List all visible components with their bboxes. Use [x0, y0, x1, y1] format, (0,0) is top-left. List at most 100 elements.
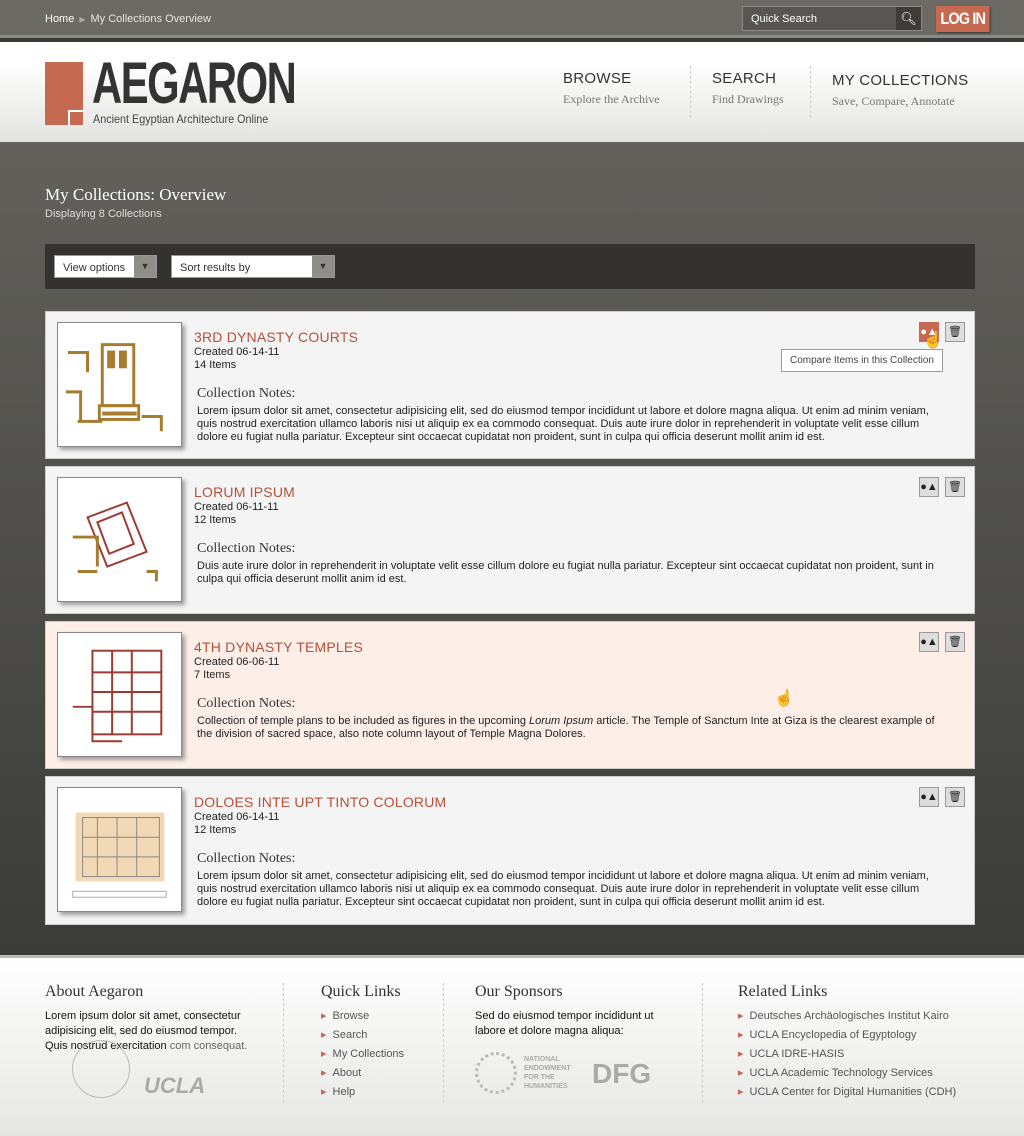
notes-label: Collection Notes: [197, 851, 296, 866]
neh-logo-text[interactable]: NATIONAL ENDOWMENT FOR THE HUMANITIES [524, 1055, 574, 1091]
nav-search[interactable]: SEARCH Find Drawings [712, 70, 784, 118]
compare-icon[interactable]: ●▲ [919, 632, 939, 652]
floor-plan-image [72, 649, 163, 743]
page-title: My Collections: Overview [45, 185, 227, 204]
notes-text: Collection of temple plans to be include… [197, 715, 937, 741]
trash-icon[interactable]: 🗑︎ [945, 787, 965, 807]
created-date: Created 06-11-11 [194, 501, 279, 513]
created-date: Created 06-06-11 [194, 656, 280, 668]
collection-thumbnail[interactable] [57, 477, 182, 602]
quick-search-input[interactable] [743, 7, 893, 31]
hand-cursor-icon: ☝ [923, 332, 943, 349]
top-bar: Home ▶ My Collections Overview 🔍︎ LOG IN [0, 0, 1024, 38]
collection-meta: Created 06-14-11 14 Items [194, 346, 279, 372]
breadcrumb-separator-icon: ▶ [79, 15, 86, 24]
nav-title: SEARCH [712, 70, 777, 87]
page-subtitle: Displaying 8 Collections [45, 208, 162, 220]
trash-icon[interactable]: 🗑︎ [945, 632, 965, 652]
hand-cursor-icon: ☝ [774, 690, 794, 707]
about-text: Lorem ipsum dolor sit amet, consectetur … [45, 1009, 260, 1054]
collection-card[interactable]: 3RD DYNASTY COURTS Created 06-14-11 14 It… [45, 311, 975, 459]
related-link[interactable]: UCLA IDRE-HASIS [738, 1047, 956, 1066]
footer-related-links: Related Links Deutsches Archäologisches … [738, 983, 956, 1104]
collection-thumbnail[interactable] [57, 632, 182, 757]
item-count: 12 Items [194, 514, 237, 526]
item-count: 12 Items [194, 824, 237, 836]
neh-logo-icon [475, 1052, 517, 1094]
collection-title[interactable]: 3RD DYNASTY COURTS [194, 329, 358, 345]
nav-browse[interactable]: BROWSE Explore the Archive [563, 70, 660, 118]
chevron-down-icon: ▼ [312, 256, 334, 277]
logo[interactable]: AEGARON [92, 54, 297, 114]
footer-link-about[interactable]: About [321, 1066, 404, 1085]
collection-meta: Created 06-06-11 7 Items [194, 656, 279, 682]
notes-text: Lorem ipsum dolor sit amet, consectetur … [197, 870, 929, 908]
compare-icon[interactable]: ●▲ [919, 787, 939, 807]
notes-text: Lorem ipsum dolor sit amet, consectetur … [197, 405, 929, 443]
results-toolbar: View options ▼ Sort results by ▼ [45, 244, 975, 289]
dai-seal-logo [72, 1040, 130, 1098]
footer-divider [443, 983, 444, 1103]
related-link[interactable]: UCLA Center for Digital Humanities (CDH) [738, 1085, 957, 1104]
compare-tooltip: Compare Items in this Collection [781, 349, 943, 372]
trash-icon[interactable]: 🗑︎ [945, 322, 965, 342]
login-button[interactable]: LOG IN [936, 6, 990, 32]
nav-subtitle: Save, Compare, Annotate [832, 94, 955, 108]
nav-divider [690, 66, 691, 118]
footer-link-browse[interactable]: Browse [321, 1009, 404, 1028]
related-link[interactable]: UCLA Encyclopedia of Egyptology [738, 1028, 956, 1047]
logo-mark-icon[interactable] [45, 62, 83, 125]
trash-icon[interactable]: 🗑︎ [945, 477, 965, 497]
related-link[interactable]: UCLA Academic Technology Services [738, 1066, 956, 1085]
footer-divider [283, 983, 284, 1103]
about-link[interactable]: com consequat. [170, 1040, 248, 1052]
created-date: Created 06-14-11 [194, 811, 280, 823]
nav-my-collections[interactable]: MY COLLECTIONS Save, Compare, Annotate [832, 72, 968, 120]
created-date: Created 06-14-11 [194, 346, 280, 358]
nav-subtitle: Explore the Archive [563, 92, 660, 106]
notes-text: Duis aute irure dolor in reprehenderit i… [197, 560, 934, 585]
sort-select[interactable]: Sort results by ▼ [171, 255, 335, 278]
notes-label: Collection Notes: [197, 541, 296, 556]
footer-heading: Quick Links [321, 983, 401, 1000]
nav-subtitle: Find Drawings [712, 92, 784, 106]
related-link[interactable]: Deutsches Archäologisches Institut Kairo [738, 1009, 956, 1028]
footer-link-search[interactable]: Search [321, 1028, 404, 1047]
sponsors-text: Sed do eiusmod tempor incididunt ut labo… [475, 1010, 654, 1037]
notes-part: Collection of temple plans to be include… [197, 715, 530, 727]
collection-card[interactable]: LORUM IPSUM Created 06-11-11 12 Items Col… [45, 466, 975, 614]
notes-emphasis: Lorum Ipsum [529, 715, 594, 727]
collection-card[interactable]: 4TH DYNASTY TEMPLES Created 06-06-11 7 It… [45, 621, 975, 769]
footer-link-help[interactable]: Help [321, 1085, 404, 1104]
collection-thumbnail[interactable] [57, 322, 182, 447]
collection-card[interactable]: DOLOES INTE UPT TINTO COLORUM Created 06… [45, 776, 975, 925]
quick-search: 🔍︎ [742, 6, 922, 31]
view-options-label: View options [63, 262, 126, 274]
chevron-down-icon: ▼ [134, 256, 156, 277]
compare-icon[interactable]: ●▲ [919, 477, 939, 497]
collection-thumbnail[interactable] [57, 787, 182, 912]
site-header: AEGARON Ancient Egyptian Architecture On… [0, 42, 1024, 142]
footer-heading: Related Links [738, 983, 828, 1000]
footer-sponsors: Our Sponsors Sed do eiusmod tempor incid… [475, 983, 665, 1039]
item-count: 7 Items [194, 669, 231, 681]
logo-subtitle: Ancient Egyptian Architecture Online [93, 112, 269, 126]
collection-meta: Created 06-11-11 12 Items [194, 501, 279, 527]
nav-title: MY COLLECTIONS [832, 72, 969, 89]
floor-plan-image [65, 343, 163, 432]
item-count: 14 Items [194, 359, 237, 371]
dfg-logo[interactable]: DFG [592, 1058, 651, 1090]
footer: About Aegaron Lorem ipsum dolor sit amet… [0, 955, 1024, 1136]
floor-plan-image [72, 812, 167, 898]
footer-heading: About Aegaron [45, 983, 144, 1000]
breadcrumb-home[interactable]: Home [45, 13, 74, 25]
collection-title[interactable]: 4TH DYNASTY TEMPLES [194, 639, 363, 655]
footer-link-my-collections[interactable]: My Collections [321, 1047, 405, 1066]
collection-title[interactable]: DOLOES INTE UPT TINTO COLORUM [194, 794, 446, 810]
view-options-select[interactable]: View options ▼ [54, 255, 157, 278]
search-icon[interactable]: 🔍︎ [896, 7, 921, 30]
ucla-logo[interactable]: UCLA [144, 1073, 205, 1099]
collection-title[interactable]: LORUM IPSUM [194, 484, 295, 500]
notes-label: Collection Notes: [197, 696, 296, 711]
collection-meta: Created 06-14-11 12 Items [194, 811, 279, 837]
